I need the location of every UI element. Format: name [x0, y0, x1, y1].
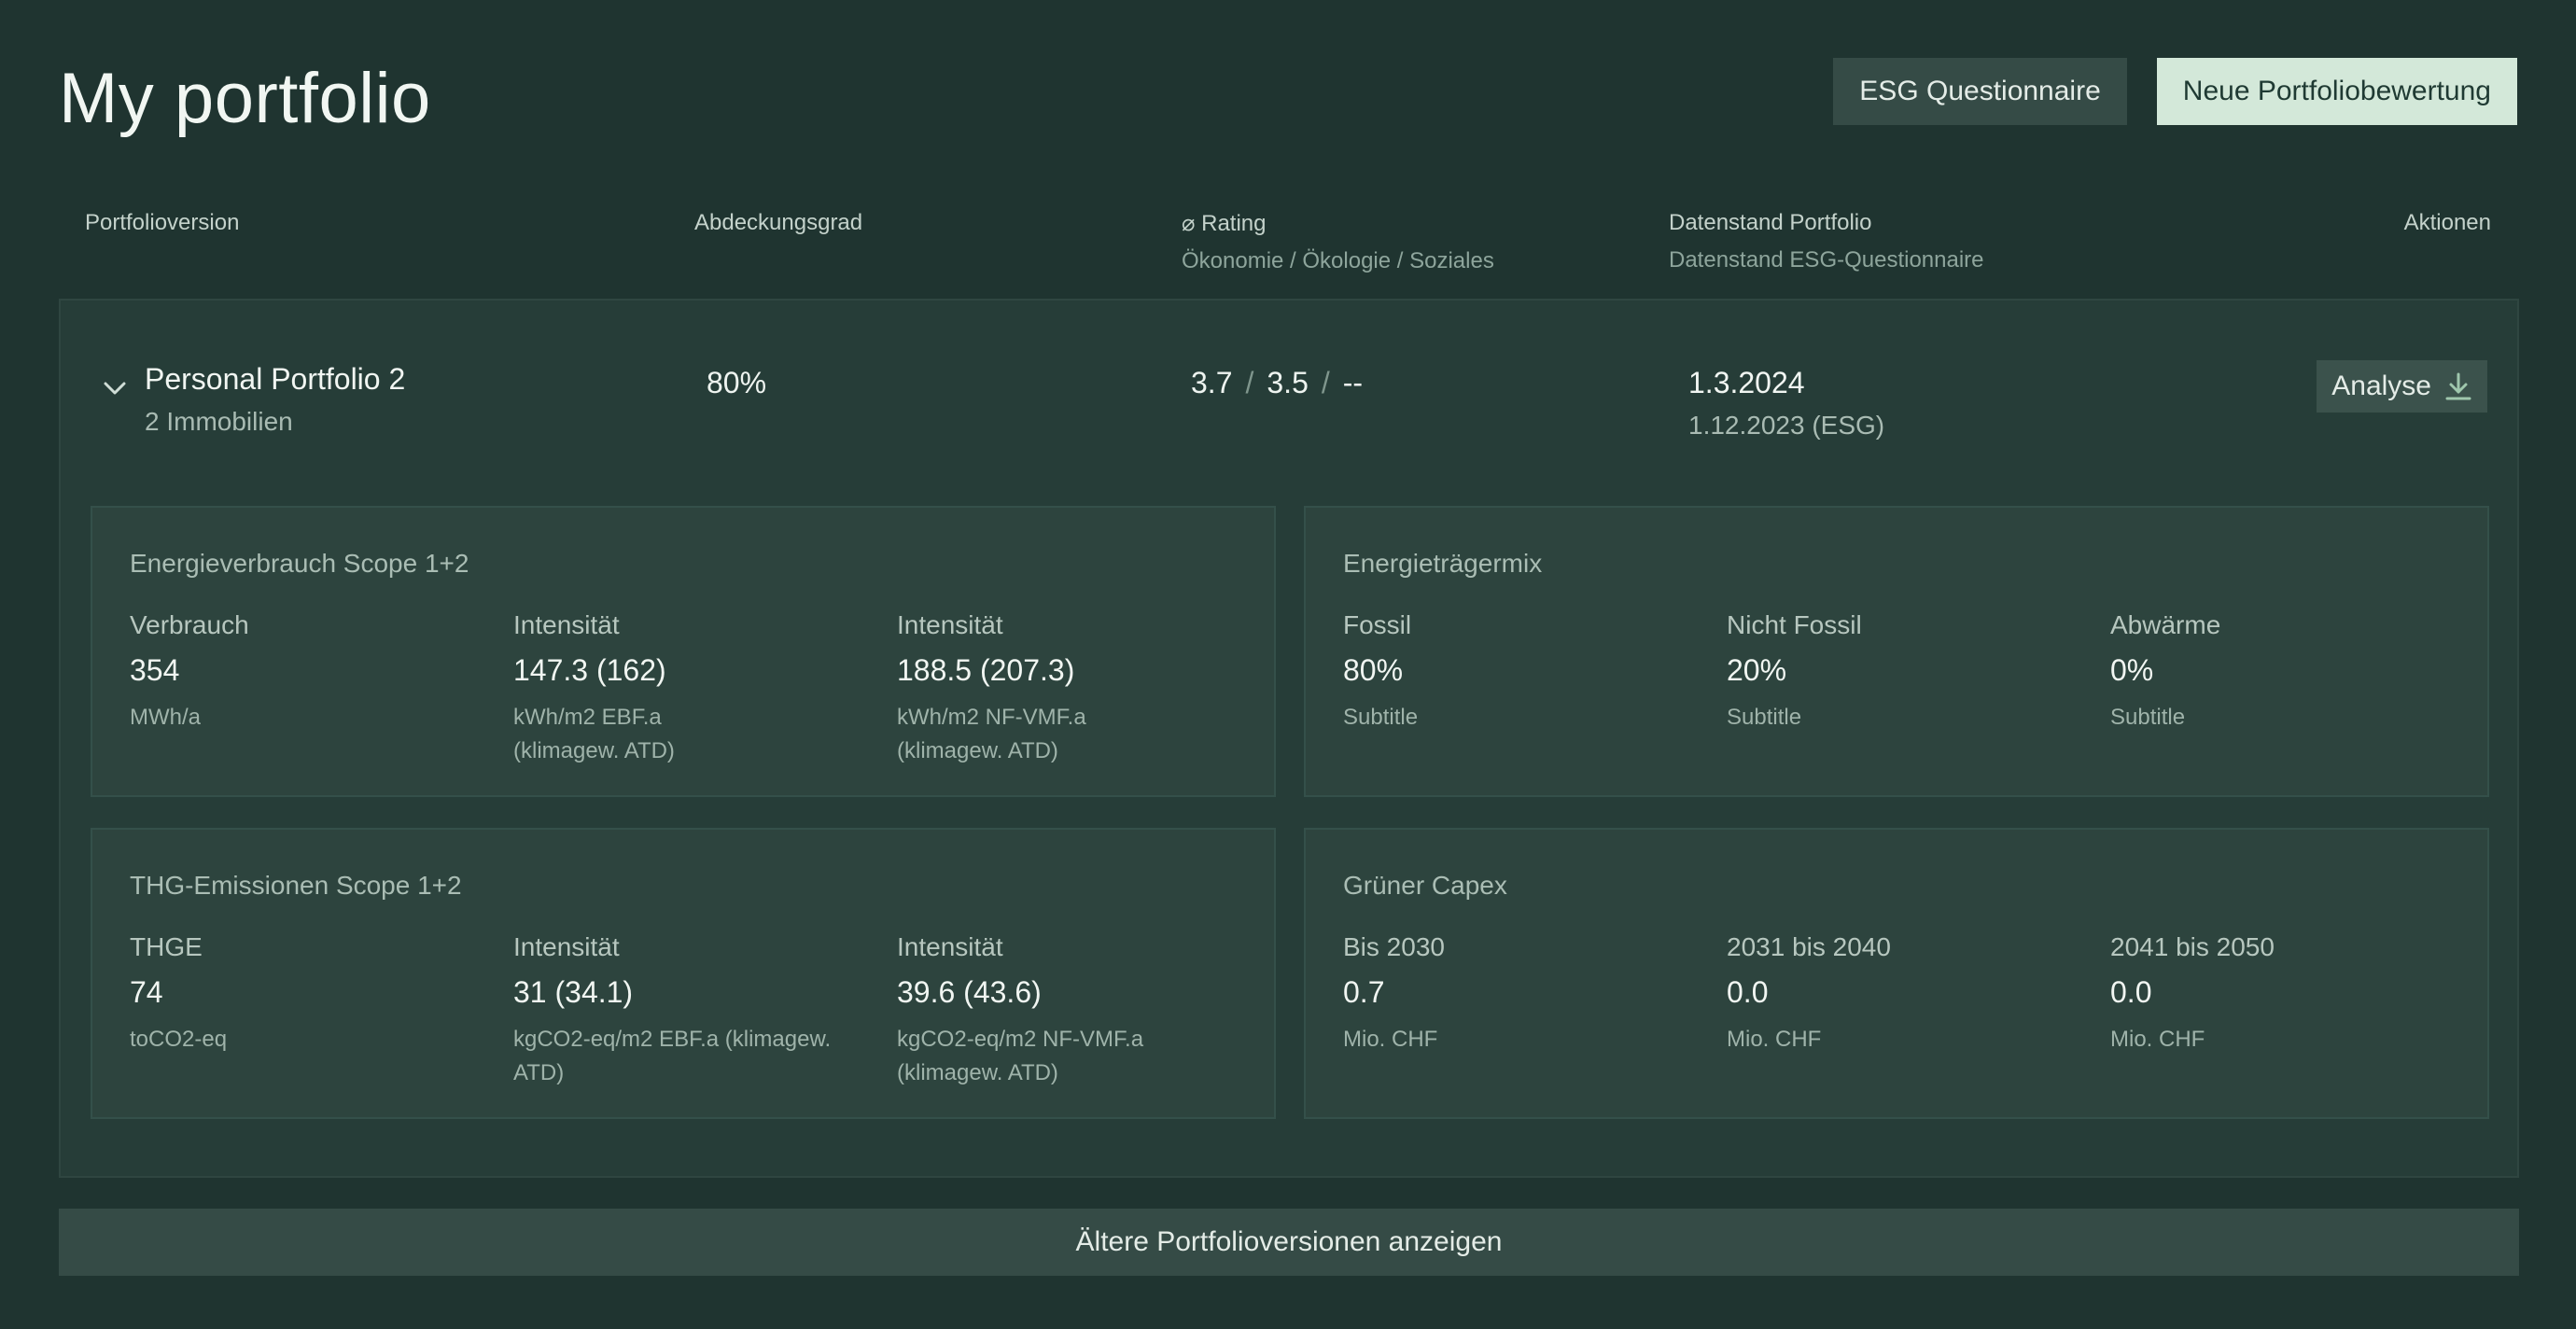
portfolio-name: Personal Portfolio 2	[145, 362, 406, 396]
metric-value: 188.5 (207.3)	[897, 653, 1075, 687]
metric-value: 74	[130, 975, 163, 1009]
metric-unit: Subtitle	[1343, 705, 1419, 730]
column-header-rating-label: ⌀ Rating	[1182, 211, 1267, 236]
esg-questionnaire-button[interactable]: ESG Questionnaire	[1833, 58, 2127, 125]
metric: Nicht Fossil 20% Subtitle	[1727, 610, 2081, 734]
column-header-date: Datenstand Portfolio Datenstand ESG-Ques…	[1669, 210, 1984, 273]
metric-value: 0%	[2110, 653, 2154, 687]
panel-energietraegermix: Energieträgermix Fossil 80% Subtitle Nic…	[1304, 506, 2489, 797]
page: My portfolio ESG Questionnaire Neue Port…	[0, 0, 2576, 1329]
panel-gruener-capex: Grüner Capex Bis 2030 0.7 Mio. CHF 2031 …	[1304, 828, 2489, 1119]
metric-label: Bis 2030	[1343, 932, 1445, 961]
new-portfolio-valuation-button[interactable]: Neue Portfoliobewertung	[2156, 58, 2517, 125]
header: My portfolio ESG Questionnaire Neue Port…	[59, 50, 2517, 153]
metric-unit: toCO2-eq	[130, 1027, 228, 1052]
metric-unit: Subtitle	[1727, 705, 1802, 730]
rating-values: 3.7 / 3.5 / --	[1191, 366, 1363, 400]
metric: Intensität 188.5 (207.3) kWh/m2 NF-VMF.a…	[897, 610, 1252, 768]
column-header-rating-sub: Ökonomie / Ökologie / Soziales	[1182, 248, 1494, 273]
metric-label: Intensität	[897, 610, 1003, 639]
panel-title: THG-Emissionen Scope 1+2	[130, 871, 462, 900]
metric-value: 354	[130, 653, 180, 687]
metric: 2041 bis 2050 0.0 Mio. CHF	[2110, 932, 2465, 1056]
rating-oekologie: 3.5	[1267, 366, 1309, 399]
analyse-button[interactable]: Analyse	[2317, 360, 2487, 413]
metric-value: 0.0	[2110, 975, 2152, 1009]
rating-separator: /	[1245, 366, 1254, 399]
metric-unit: kgCO2-eq/m2 EBF.a (klimagew. ATD)	[513, 1027, 832, 1085]
show-older-versions-button[interactable]: Ältere Portfolioversionen anzeigen	[59, 1209, 2519, 1276]
metric-unit: MWh/a	[130, 705, 202, 730]
metric-value: 0.7	[1343, 975, 1385, 1009]
metric: Intensität 147.3 (162) kWh/m2 EBF.a (kli…	[513, 610, 868, 768]
panel-title: Energieverbrauch Scope 1+2	[130, 549, 469, 578]
metric-label: Fossil	[1343, 610, 1412, 639]
column-header-date-sub: Datenstand ESG-Questionnaire	[1669, 247, 1984, 273]
metric-unit: Subtitle	[2110, 705, 2186, 730]
column-header-rating: ⌀ Rating Ökonomie / Ökologie / Soziales	[1182, 210, 1494, 274]
metric-label: 2031 bis 2040	[1727, 932, 1891, 961]
metric-label: Nicht Fossil	[1727, 610, 1862, 639]
metric: THGE 74 toCO2-eq	[130, 932, 484, 1056]
panel-title: Grüner Capex	[1343, 871, 1507, 900]
coverage-value: 80%	[707, 366, 767, 399]
metric-label: 2041 bis 2050	[2110, 932, 2275, 961]
metric-value: 147.3 (162)	[513, 653, 666, 687]
metric-label: Abwärme	[2110, 610, 2221, 639]
column-header-version: Portfolioversion	[85, 210, 240, 235]
metric-unit: kWh/m2 NF-VMF.a (klimagew. ATD)	[897, 705, 1086, 763]
metric: Fossil 80% Subtitle	[1343, 610, 1698, 734]
metric: 2031 bis 2040 0.0 Mio. CHF	[1727, 932, 2081, 1056]
rating-separator: /	[1321, 366, 1330, 399]
metric-label: Intensität	[513, 932, 620, 961]
page-title: My portfolio	[59, 59, 431, 138]
metric-unit: kgCO2-eq/m2 NF-VMF.a (klimagew. ATD)	[897, 1027, 1144, 1085]
metric-label: Intensität	[897, 932, 1003, 961]
metric: Abwärme 0% Subtitle	[2110, 610, 2465, 734]
header-actions: ESG Questionnaire Neue Portfoliobewertun…	[1833, 58, 2517, 125]
panel-energieverbrauch: Energieverbrauch Scope 1+2 Verbrauch 354…	[91, 506, 1276, 797]
metric-unit: Mio. CHF	[1727, 1027, 1822, 1052]
metric-unit: Mio. CHF	[1343, 1027, 1438, 1052]
metric-value: 0.0	[1727, 975, 1769, 1009]
metric: Verbrauch 354 MWh/a	[130, 610, 484, 734]
chevron-down-icon[interactable]	[98, 371, 132, 405]
metric-label: THGE	[130, 932, 203, 961]
column-header-actions: Aktionen	[2403, 210, 2491, 235]
metric-label: Intensität	[513, 610, 620, 639]
metric-value: 31 (34.1)	[513, 975, 634, 1009]
analyse-button-label: Analyse	[2331, 371, 2431, 401]
portfolio-row: Personal Portfolio 2 2 Immobilien 80% 3.…	[61, 301, 2517, 487]
metric: Bis 2030 0.7 Mio. CHF	[1343, 932, 1698, 1056]
metric-unit: kWh/m2 EBF.a (klimagew. ATD)	[513, 705, 675, 763]
metric: Intensität 39.6 (43.6) kgCO2-eq/m2 NF-VM…	[897, 932, 1252, 1090]
portfolio-subtitle: 2 Immobilien	[145, 407, 293, 436]
rating-oekonomie: 3.7	[1191, 366, 1233, 399]
rating-soziales: --	[1342, 366, 1364, 399]
panel-title: Energieträgermix	[1343, 549, 1543, 578]
metric-value: 20%	[1727, 653, 1787, 687]
column-headers: Portfolioversion Abdeckungsgrad ⌀ Rating…	[85, 210, 2491, 275]
metric-label: Verbrauch	[130, 610, 249, 639]
column-header-coverage: Abdeckungsgrad	[694, 210, 863, 235]
metric-value: 39.6 (43.6)	[897, 975, 1042, 1009]
panel-thg-emissionen: THG-Emissionen Scope 1+2 THGE 74 toCO2-e…	[91, 828, 1276, 1119]
portfolio-card: Personal Portfolio 2 2 Immobilien 80% 3.…	[59, 299, 2519, 1178]
download-icon	[2445, 372, 2471, 400]
metric-value: 80%	[1343, 653, 1404, 687]
date-esg: 1.12.2023 (ESG)	[1688, 411, 1885, 440]
column-header-date-label: Datenstand Portfolio	[1669, 210, 1872, 235]
metric: Intensität 31 (34.1) kgCO2-eq/m2 EBF.a (…	[513, 932, 868, 1090]
date-portfolio: 1.3.2024	[1688, 366, 1805, 399]
metric-unit: Mio. CHF	[2110, 1027, 2205, 1052]
